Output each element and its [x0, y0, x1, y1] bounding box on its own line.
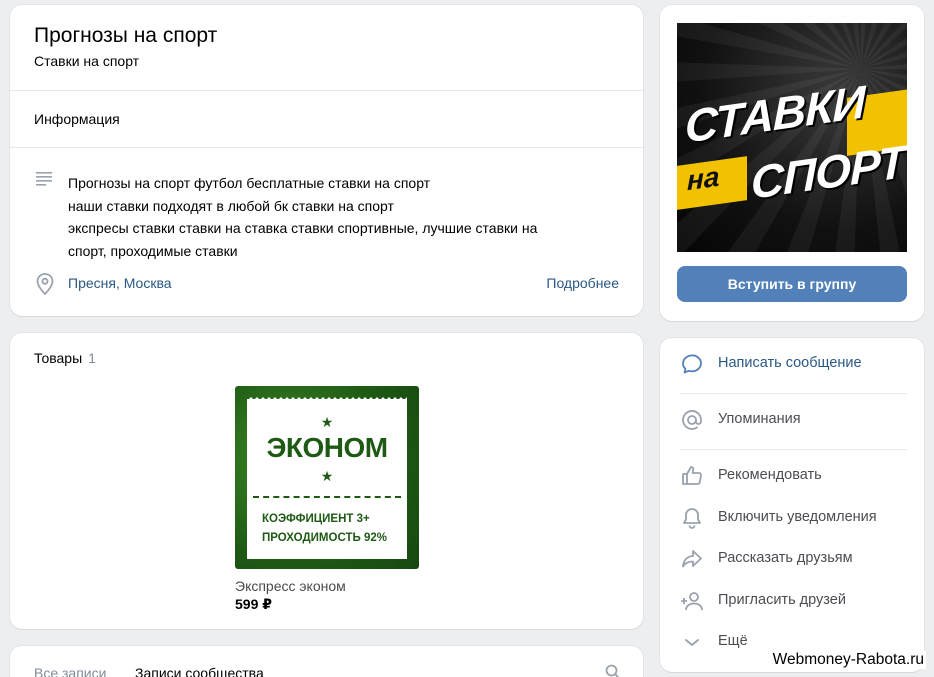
description-line: экспресы ставки ставки на ставка ставки …: [68, 220, 538, 236]
at-icon: [682, 410, 702, 430]
cover-card: СТАВКИ на СПОРТ Вступить в группу: [660, 5, 924, 321]
tab-all-posts[interactable]: Все записи: [34, 665, 106, 677]
products-count: 1: [88, 350, 96, 366]
divider: [680, 393, 907, 394]
product-image-title: ЭКОНОМ: [266, 432, 388, 463]
share-action[interactable]: Рассказать друзьям: [660, 539, 924, 579]
action-label: Включить уведомления: [718, 509, 877, 525]
action-label: Написать сообщение: [718, 355, 862, 371]
group-avatar[interactable]: СТАВКИ на СПОРТ: [677, 23, 907, 252]
action-label: Упоминания: [718, 411, 801, 427]
group-info-card: Прогнозы на спорт Ставки на спорт Информ…: [10, 5, 643, 316]
location-pin-icon: [36, 273, 54, 295]
message-icon: [682, 354, 702, 374]
divider: [680, 449, 907, 450]
info-section-title: Информация: [34, 111, 120, 127]
product-price: 599 ₽: [235, 596, 272, 612]
product-image-line: КОЭФФИЦИЕНТ 3+: [262, 513, 370, 525]
watermark-text: Webmoney-Rabota.ru: [770, 651, 926, 669]
notifications-action[interactable]: Включить уведомления: [660, 498, 924, 538]
action-label: Ещё: [718, 633, 748, 649]
description-icon: [36, 172, 52, 186]
write-message-action[interactable]: Написать сообщение: [660, 344, 924, 384]
posts-card: Все записи Записи сообщества: [10, 646, 643, 677]
group-title: Прогнозы на спорт: [34, 24, 218, 47]
product-ticket-graphic: ★ ЭКОНОМ ★ КОЭФФИЦИЕНТ 3+ ПРОХОДИМОСТЬ 9…: [247, 396, 407, 559]
products-title: Товары: [34, 350, 83, 366]
invite-friends-action[interactable]: Пригласить друзей: [660, 581, 924, 621]
group-description: Прогнозы на спорт футбол бесплатные став…: [68, 172, 608, 262]
products-card: Товары 1 ★ ЭКОНОМ ★ КОЭФФИЦИЕНТ 3+ ПРОХОД…: [10, 333, 643, 629]
divider: [10, 90, 643, 91]
description-line: Прогнозы на спорт футбол бесплатные став…: [68, 175, 431, 191]
chevron-down-icon: [685, 639, 699, 646]
recommend-action[interactable]: Рекомендовать: [660, 456, 924, 496]
bell-icon: [683, 508, 701, 529]
star-icon: ★: [320, 468, 334, 484]
share-icon: [682, 550, 702, 568]
group-status: Ставки на спорт: [34, 53, 140, 69]
action-label: Рекомендовать: [718, 467, 822, 483]
divider: [10, 147, 643, 148]
action-label: Рассказать друзьям: [718, 550, 853, 566]
product-image-line: ПРОХОДИМОСТЬ 92%: [262, 532, 387, 544]
join-group-button[interactable]: Вступить в группу: [677, 266, 907, 302]
tab-community-posts[interactable]: Записи сообщества: [135, 665, 264, 677]
thumbs-up-icon: [682, 466, 702, 485]
product-name[interactable]: Экспресс эконом: [235, 578, 346, 594]
more-info-link[interactable]: Подробнее: [546, 275, 619, 291]
add-user-icon: [681, 592, 703, 611]
location-link[interactable]: Пресня, Москва: [68, 275, 172, 291]
description-line: спорт, проходимые ставки: [68, 242, 238, 259]
dashed-divider: [253, 496, 401, 498]
mentions-action[interactable]: Упоминания: [660, 400, 924, 440]
cover-text-mid: на: [687, 160, 720, 197]
products-heading[interactable]: Товары 1: [34, 350, 96, 366]
description-line: наши ставки подходят в любой бк ставки н…: [68, 197, 394, 214]
star-icon: ★: [320, 414, 334, 430]
search-icon[interactable]: [605, 664, 621, 677]
product-image-text: КОЭФФИЦИЕНТ 3+ ПРОХОДИМОСТЬ 92%: [262, 510, 387, 548]
product-image[interactable]: ★ ЭКОНОМ ★ КОЭФФИЦИЕНТ 3+ ПРОХОДИМОСТЬ 9…: [235, 386, 419, 569]
action-label: Пригласить друзей: [718, 592, 846, 608]
actions-card: Написать сообщение Упоминания Рекомендов…: [660, 338, 924, 672]
